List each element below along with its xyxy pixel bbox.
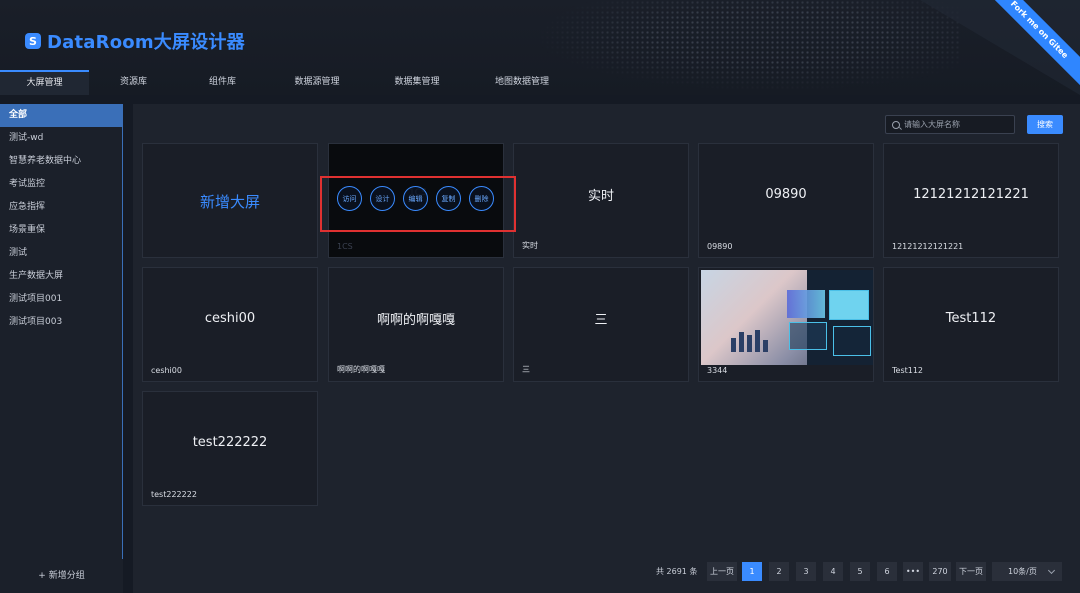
card-name: Test112 — [892, 366, 924, 375]
thumbnail-panel — [789, 322, 827, 350]
page-button[interactable]: 3 — [796, 562, 816, 581]
page-size-select[interactable]: 10条/页 — [992, 562, 1062, 581]
card-title: 实时 — [587, 188, 614, 204]
app-title: DataRoom大屏设计器 — [47, 32, 245, 53]
sidebar-divider — [122, 104, 123, 559]
card-title: ceshi00 — [204, 310, 256, 326]
add-screen-card[interactable]: 新增大屏 — [142, 143, 318, 258]
card-title: 三 — [594, 312, 608, 328]
screen-thumbnail — [701, 270, 873, 365]
thumbnail-panel — [833, 326, 871, 356]
tab-screen-management[interactable]: 大屏管理 — [0, 70, 89, 95]
card-name: test222222 — [151, 490, 197, 499]
screen-card[interactable]: 啊啊的啊嘎嘎 啊啊的啊嘎嘎 — [328, 267, 504, 382]
screen-card[interactable]: 3344 — [698, 267, 874, 382]
card-title: 12121212121221 — [913, 186, 1029, 202]
sidebar-item[interactable]: 生产数据大屏 — [0, 265, 123, 288]
prev-page-button[interactable]: 上一页 — [707, 562, 737, 581]
highlight-annotation-box — [320, 176, 516, 232]
tab-resource-library[interactable]: 资源库 — [89, 70, 178, 95]
page-button[interactable]: 4 — [823, 562, 843, 581]
tab-component-library[interactable]: 组件库 — [178, 70, 267, 95]
screen-card[interactable]: test222222 test222222 — [142, 391, 318, 506]
thumbnail-panel — [829, 290, 869, 320]
sidebar-item[interactable]: 应急指挥 — [0, 196, 123, 219]
search-input[interactable] — [904, 120, 1004, 129]
card-name: 09890 — [707, 242, 733, 251]
tab-datasource-management[interactable]: 数据源管理 — [267, 70, 367, 95]
card-name: 1CS — [337, 242, 353, 251]
sidebar-item[interactable]: 场景重保 — [0, 219, 123, 242]
logo-icon: S — [25, 33, 41, 49]
next-page-button[interactable]: 下一页 — [956, 562, 986, 581]
pagination-total: 共 2691 条 — [656, 567, 698, 576]
screen-card[interactable]: ceshi00 ceshi00 — [142, 267, 318, 382]
card-name: 12121212121221 — [892, 242, 964, 251]
card-name: 三 — [522, 365, 530, 374]
app-header: S DataRoom大屏设计器 Fork me on Gitee 大屏管理 资源… — [0, 0, 1080, 95]
group-sidebar: 全部 测试-wd 智慧养老数据中心 考试监控 应急指挥 场景重保 测试 生产数据… — [0, 104, 123, 593]
card-name: 3344 — [707, 366, 728, 375]
card-name: ceshi00 — [151, 366, 182, 375]
page-button[interactable]: 5 — [850, 562, 870, 581]
search-box — [885, 115, 1015, 134]
thumbnail-panel — [787, 290, 825, 318]
search-button[interactable]: 搜索 — [1027, 115, 1063, 134]
screen-card[interactable]: 12121212121221 12121212121221 — [883, 143, 1059, 258]
sidebar-item-all[interactable]: 全部 — [0, 104, 123, 127]
thumbnail-bars — [731, 330, 768, 352]
sidebar-item[interactable]: 智慧养老数据中心 — [0, 150, 123, 173]
screen-card[interactable]: 三 三 — [513, 267, 689, 382]
card-title: test222222 — [192, 434, 268, 450]
more-pages-button[interactable]: ••• — [903, 562, 923, 581]
tab-dataset-management[interactable]: 数据集管理 — [367, 70, 467, 95]
sidebar-item[interactable]: 测试项目003 — [0, 311, 123, 334]
card-name: 啊啊的啊嘎嘎 — [337, 365, 385, 374]
sidebar-item[interactable]: 测试项目001 — [0, 288, 123, 311]
top-nav: 大屏管理 资源库 组件库 数据源管理 数据集管理 地图数据管理 — [0, 70, 577, 95]
card-title: 09890 — [765, 186, 807, 202]
page-button[interactable]: 270 — [929, 562, 951, 581]
add-group-button[interactable]: + 新增分组 — [0, 568, 123, 581]
app-logo[interactable]: S DataRoom大屏设计器 — [25, 28, 245, 54]
search-icon — [892, 120, 900, 129]
screen-card[interactable]: Test112 Test112 — [883, 267, 1059, 382]
sidebar-item[interactable]: 测试-wd — [0, 127, 123, 150]
add-screen-label: 新增大屏 — [199, 193, 260, 211]
world-dot-map-decoration — [540, 0, 960, 90]
sidebar-item[interactable]: 测试 — [0, 242, 123, 265]
screen-card[interactable]: 09890 09890 — [698, 143, 874, 258]
page-button[interactable]: 6 — [877, 562, 897, 581]
page-button[interactable]: 2 — [769, 562, 789, 581]
page-button-current[interactable]: 1 — [742, 562, 762, 581]
tab-map-data-management[interactable]: 地图数据管理 — [467, 70, 577, 95]
card-title: Test112 — [945, 310, 997, 326]
card-title: 啊啊的啊嘎嘎 — [376, 312, 455, 328]
sidebar-item[interactable]: 考试监控 — [0, 173, 123, 196]
chevron-down-icon — [1047, 566, 1056, 575]
page-size-value: 10条/页 — [1008, 567, 1037, 576]
card-name: 实时 — [522, 241, 538, 250]
screen-card[interactable]: 实时 实时 — [513, 143, 689, 258]
